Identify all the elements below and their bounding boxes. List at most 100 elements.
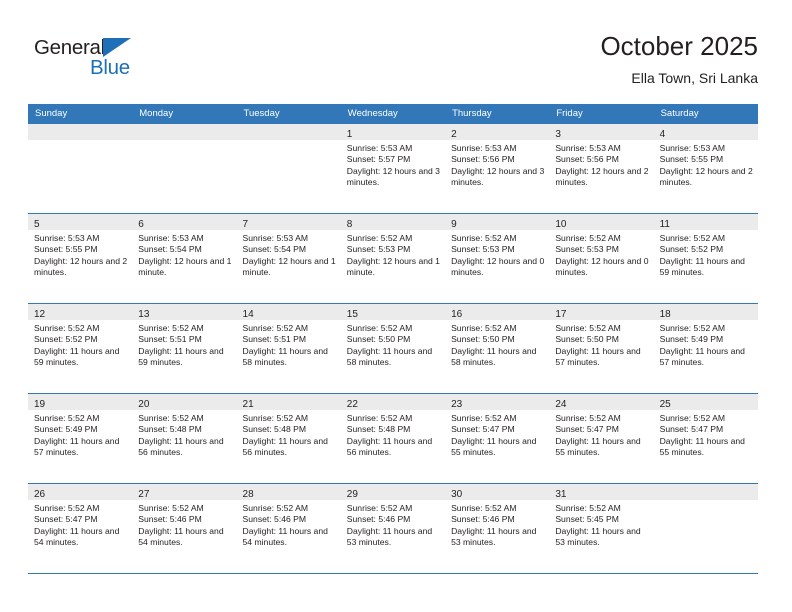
calendar-day-cell[interactable]: 8 Sunrise: 5:52 AM Sunset: 5:53 PM Daylight… [340,214,446,303]
day-number-strip: 2 [445,124,550,140]
calendar-day-cell[interactable]: 22 Sunrise: 5:52 AM Sunset: 5:48 PM Dayligh… [340,394,446,483]
calendar-day-cell[interactable]: 20 Sunrise: 5:52 AM Sunset: 5:48 PM Dayligh… [132,394,237,483]
daylight-text: Daylight: 11 hours and 57 minutes. [555,345,641,368]
day-number-strip: 12 [28,304,133,320]
day-number-strip: 28 [236,484,341,500]
daylight-text: Daylight: 12 hours and 0 minutes. [451,255,545,278]
day-number-strip: 22 [340,394,446,410]
day-number-strip [132,124,237,140]
day-number-strip: 13 [132,304,237,320]
daylight-text: Daylight: 11 hours and 57 minutes. [34,435,120,458]
calendar-day-cell[interactable]: 14 Sunrise: 5:52 AM Sunset: 5:51 PM Dayligh… [236,304,341,393]
calendar-day-cell[interactable]: 10 Sunrise: 5:52 AM Sunset: 5:53 PM Dayligh… [549,214,654,303]
daylight-text: Daylight: 11 hours and 59 minutes. [659,255,745,278]
weekday-header-friday: Friday [556,108,583,119]
sunrise-text: Sunrise: 5:52 AM [346,323,413,333]
calendar-day-cell[interactable]: 11 Sunrise: 5:52 AM Sunset: 5:52 PM Dayligh… [653,214,758,303]
day-details: Sunrise: 5:52 AM Sunset: 5:47 PM Daylight:… [549,410,653,459]
day-number-strip [28,124,133,140]
day-number: 23 [451,399,463,410]
calendar-day-cell[interactable]: 24 Sunrise: 5:52 AM Sunset: 5:47 PM Dayligh… [549,394,654,483]
sunset-text: Sunset: 5:52 PM [659,244,724,255]
day-number-strip: 6 [132,214,237,230]
day-number-strip: 27 [132,484,237,500]
day-number: 28 [242,489,254,500]
calendar-day-cell[interactable]: 12 Sunrise: 5:52 AM Sunset: 5:52 PM Dayligh… [28,304,133,393]
calendar-day-cell[interactable]: 4 Sunrise: 5:53 AM Sunset: 5:55 PM Daylight… [653,124,758,213]
sunrise-text: Sunrise: 5:52 AM [659,413,726,423]
calendar-day-cell[interactable]: 25 Sunrise: 5:52 AM Sunset: 5:47 PM Dayligh… [653,394,758,483]
calendar-day-cell[interactable]: 18 Sunrise: 5:52 AM Sunset: 5:49 PM Dayligh… [653,304,758,393]
calendar-day-cell[interactable]: 31 Sunrise: 5:52 AM Sunset: 5:45 PM Dayligh… [549,484,654,573]
calendar-day-cell[interactable]: 23 Sunrise: 5:52 AM Sunset: 5:47 PM Dayligh… [445,394,550,483]
calendar-day-cell[interactable]: 9 Sunrise: 5:52 AM Sunset: 5:53 PM Daylight… [445,214,550,303]
daylight-text: Daylight: 12 hours and 1 minute. [138,255,232,278]
weekday-header-wednesday: Wednesday [347,108,398,119]
daylight-text: Daylight: 12 hours and 2 minutes. [555,165,649,188]
day-number-strip: 17 [549,304,654,320]
calendar-day-cell[interactable]: 21 Sunrise: 5:52 AM Sunset: 5:48 PM Dayligh… [236,394,341,483]
calendar-day-cell[interactable]: 15 Sunrise: 5:52 AM Sunset: 5:50 PM Dayligh… [340,304,446,393]
day-number: 9 [451,219,457,230]
day-number-strip: 3 [549,124,654,140]
day-details: Sunrise: 5:52 AM Sunset: 5:46 PM Daylight:… [445,500,549,549]
calendar-day-cell[interactable]: 16 Sunrise: 5:52 AM Sunset: 5:50 PM Dayligh… [445,304,550,393]
calendar-day-cell-empty [653,484,758,573]
daylight-text: Daylight: 11 hours and 55 minutes. [555,435,641,458]
day-details: Sunrise: 5:52 AM Sunset: 5:51 PM Daylight:… [237,320,341,369]
day-details: Sunrise: 5:53 AM Sunset: 5:56 PM Daylight:… [445,140,549,189]
calendar-day-cell[interactable]: 28 Sunrise: 5:52 AM Sunset: 5:46 PM Dayligh… [236,484,341,573]
daylight-text: Daylight: 12 hours and 0 minutes. [555,255,649,278]
calendar-week-row: 19 Sunrise: 5:52 AM Sunset: 5:49 PM Dayligh… [28,394,758,484]
daylight-text: Daylight: 12 hours and 2 minutes. [659,165,753,188]
day-number: 10 [555,219,567,230]
day-number: 26 [34,489,46,500]
day-details: Sunrise: 5:52 AM Sunset: 5:48 PM Daylight:… [132,410,236,459]
sunset-text: Sunset: 5:53 PM [555,244,619,255]
day-number: 25 [659,399,671,410]
day-number-strip: 25 [653,394,758,410]
daylight-text: Daylight: 11 hours and 56 minutes. [242,435,328,458]
sunset-text: Sunset: 5:48 PM [138,424,202,435]
day-number-strip: 8 [340,214,446,230]
calendar-grid: Sunday Monday Tuesday Wednesday Thursday Frid… [28,104,758,574]
calendar-day-cell[interactable]: 3 Sunrise: 5:53 AM Sunset: 5:56 PM Daylight… [549,124,654,213]
calendar-day-cell[interactable]: 5 Sunrise: 5:53 AM Sunset: 5:55 PM Daylight… [28,214,133,303]
calendar-day-cell[interactable]: 2 Sunrise: 5:53 AM Sunset: 5:56 PM Daylight… [445,124,550,213]
day-details: Sunrise: 5:52 AM Sunset: 5:52 PM Daylight:… [28,320,132,369]
calendar-day-cell[interactable]: 30 Sunrise: 5:52 AM Sunset: 5:46 PM Dayligh… [445,484,550,573]
calendar-day-cell[interactable]: 7 Sunrise: 5:53 AM Sunset: 5:54 PM Daylight… [236,214,341,303]
sunrise-text: Sunrise: 5:52 AM [242,413,308,423]
sunset-text: Sunset: 5:55 PM [659,154,724,165]
sunrise-text: Sunrise: 5:52 AM [555,503,621,513]
calendar-day-cell[interactable]: 13 Sunrise: 5:52 AM Sunset: 5:51 PM Dayligh… [132,304,237,393]
day-number: 3 [555,129,561,140]
daylight-text: Daylight: 11 hours and 53 minutes. [555,525,641,548]
daylight-text: Daylight: 11 hours and 53 minutes. [346,525,433,548]
day-number: 13 [138,309,150,320]
sunrise-text: Sunrise: 5:52 AM [242,503,308,513]
weekday-header-saturday: Saturday [660,108,699,119]
calendar-day-cell[interactable]: 27 Sunrise: 5:52 AM Sunset: 5:46 PM Dayligh… [132,484,237,573]
day-number: 6 [138,219,144,230]
calendar-day-cell[interactable]: 26 Sunrise: 5:52 AM Sunset: 5:47 PM Dayligh… [28,484,133,573]
day-details: Sunrise: 5:52 AM Sunset: 5:48 PM Daylight:… [237,410,341,459]
day-number-strip: 18 [653,304,758,320]
calendar-day-cell[interactable]: 29 Sunrise: 5:52 AM Sunset: 5:46 PM Dayligh… [340,484,446,573]
sunset-text: Sunset: 5:47 PM [659,424,724,435]
day-details: Sunrise: 5:52 AM Sunset: 5:52 PM Daylight:… [654,230,758,279]
calendar-day-cell[interactable]: 19 Sunrise: 5:52 AM Sunset: 5:49 PM Dayligh… [28,394,133,483]
daylight-text: Daylight: 11 hours and 54 minutes. [242,525,328,548]
calendar-day-cell[interactable]: 17 Sunrise: 5:52 AM Sunset: 5:50 PM Dayligh… [549,304,654,393]
calendar-day-cell[interactable]: 1 Sunrise: 5:53 AM Sunset: 5:57 PM Daylight… [340,124,446,213]
calendar-weeks: 1 Sunrise: 5:53 AM Sunset: 5:57 PM Daylight… [28,124,758,574]
day-number: 4 [659,129,666,140]
sunset-text: Sunset: 5:45 PM [555,514,619,525]
sunset-text: Sunset: 5:56 PM [451,154,515,165]
daylight-text: Daylight: 11 hours and 57 minutes. [659,345,745,368]
day-number-strip: 20 [132,394,237,410]
sunrise-text: Sunrise: 5:52 AM [451,413,517,423]
day-details: Sunrise: 5:52 AM Sunset: 5:45 PM Daylight:… [549,500,653,549]
day-details: Sunrise: 5:52 AM Sunset: 5:47 PM Daylight:… [445,410,549,459]
calendar-day-cell[interactable]: 6 Sunrise: 5:53 AM Sunset: 5:54 PM Daylight… [132,214,237,303]
